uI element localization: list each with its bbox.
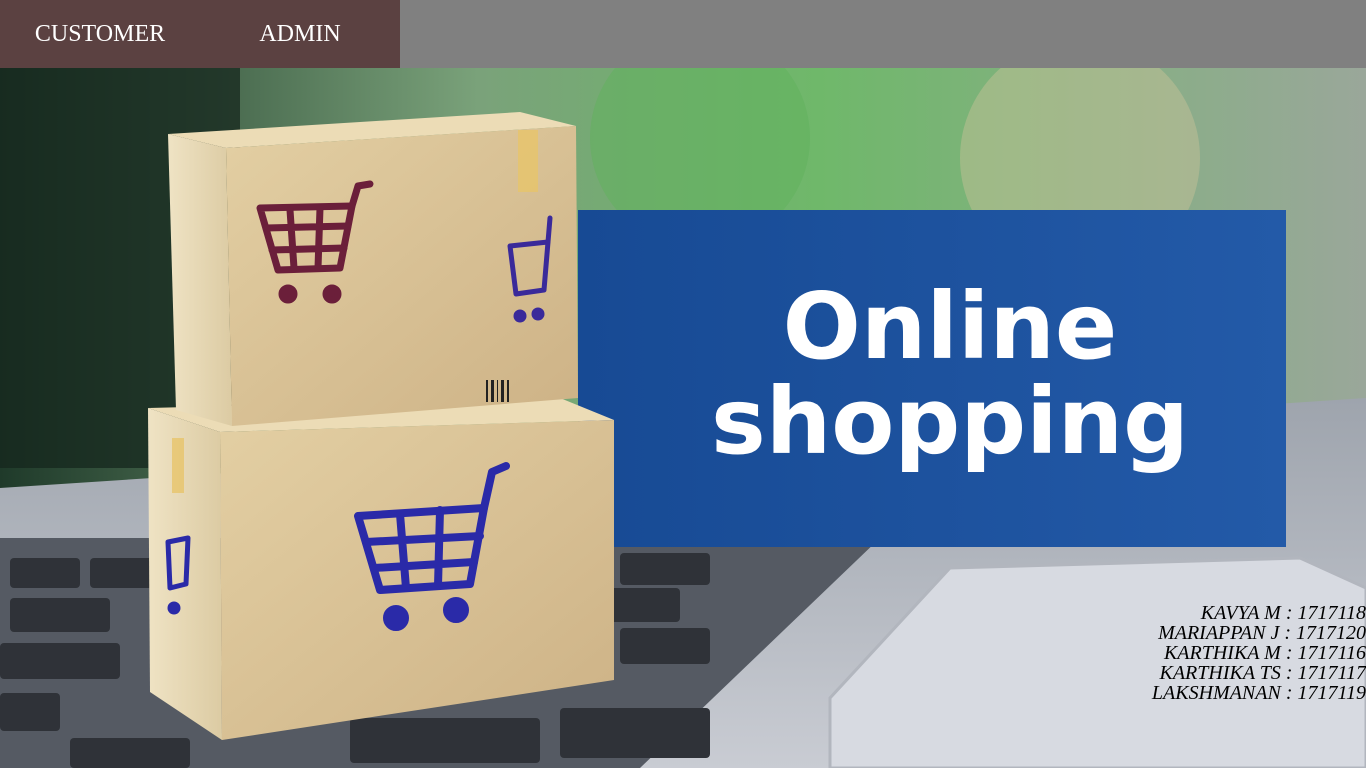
credit-line: MARIAPPAN J : 1717120 xyxy=(1158,622,1366,644)
credit-line: KARTHIKA TS : 1717117 xyxy=(1159,662,1366,684)
nav-admin-link[interactable]: ADMIN xyxy=(200,0,400,68)
credit-line: KARTHIKA M : 1717116 xyxy=(1163,642,1366,664)
main-nav: CUSTOMER ADMIN xyxy=(0,0,400,68)
banner-text-shopping: shopping xyxy=(711,368,1189,475)
top-bar: CUSTOMER ADMIN xyxy=(0,0,1366,68)
top-box xyxy=(168,112,578,426)
banner-text-online: Online xyxy=(783,273,1118,380)
team-credits: KAVYA M : 1717118 MARIAPPAN J : 1717120 … xyxy=(1152,603,1366,703)
credit-line: LAKSHMANAN : 1717119 xyxy=(1151,682,1366,704)
nav-customer-link[interactable]: CUSTOMER xyxy=(0,0,200,68)
credit-line: KAVYA M : 1717118 xyxy=(1200,602,1366,624)
